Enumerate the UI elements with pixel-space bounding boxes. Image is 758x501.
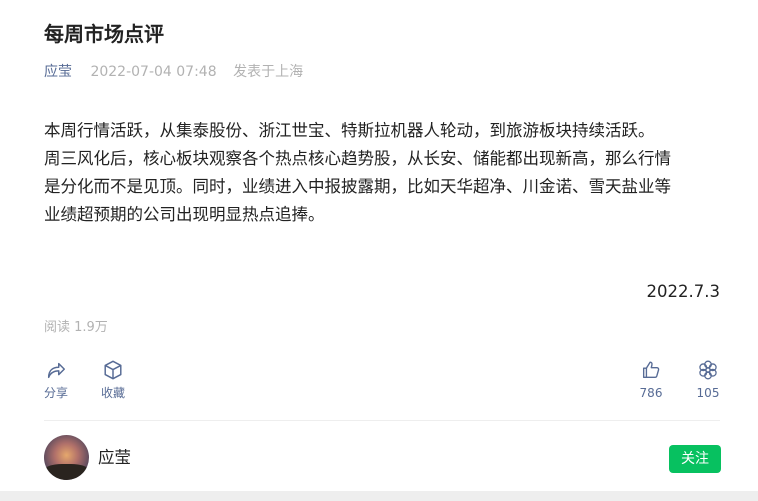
cube-icon: [104, 360, 122, 380]
share-button[interactable]: 分享: [34, 359, 78, 401]
like-count: 786: [639, 386, 663, 400]
bottom-bar: [0, 491, 758, 501]
paragraph-line: 是分化而不是见顶。同时，业绩进入中报披露期，比如天华超净、川金诺、雪天盐业等: [44, 177, 671, 196]
paragraph-line: 本周行情活跃，从集泰股份、浙江世宝、特斯拉机器人轮动，到旅游板块持续活跃。: [44, 121, 655, 140]
flower-icon: [699, 360, 717, 380]
wow-button[interactable]: 105: [686, 359, 730, 401]
author-link[interactable]: 应莹: [44, 64, 72, 80]
avatar-scenery: [44, 464, 89, 480]
publish-location: 发表于上海: [233, 64, 304, 80]
avatar[interactable]: [44, 435, 89, 480]
paragraph-line: 周三风化后，核心板块观察各个热点核心趋势股，从长安、储能都出现新高，那么行情: [44, 149, 671, 168]
collect-button[interactable]: 收藏: [91, 359, 135, 401]
share-label: 分享: [43, 386, 68, 400]
follow-button[interactable]: 关注: [669, 445, 721, 473]
article-body: 本周行情活跃，从集泰股份、浙江世宝、特斯拉机器人轮动，到旅游板块持续活跃。 周三…: [44, 117, 724, 229]
publish-time: 2022-07-04 07:48: [90, 64, 217, 80]
article-page: 每周市场点评 应莹 2022-07-04 07:48 发表于上海 本周行情活跃，…: [0, 0, 758, 501]
collect-label: 收藏: [100, 386, 125, 400]
article-meta: 应莹 2022-07-04 07:48 发表于上海: [44, 62, 303, 82]
thumbs-up-icon: [642, 361, 660, 379]
divider: [44, 420, 720, 421]
wow-count: 105: [696, 386, 720, 400]
like-button[interactable]: 786: [629, 359, 673, 401]
article-title: 每周市场点评: [44, 22, 164, 46]
profile-name[interactable]: 应莹: [98, 446, 131, 470]
read-count: 阅读 1.9万: [44, 320, 108, 335]
paragraph-line: 业绩超预期的公司出现明显热点追捧。: [44, 205, 325, 224]
signature-date: 2022.7.3: [646, 282, 720, 301]
share-icon: [47, 362, 65, 379]
